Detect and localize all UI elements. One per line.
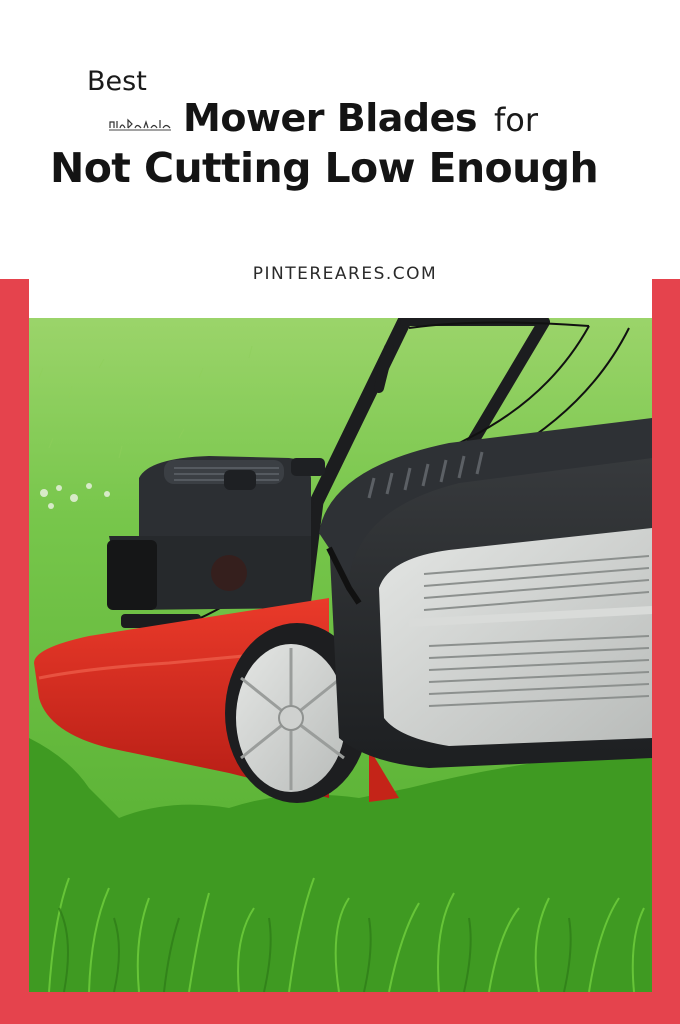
- title-main: Mower Blades: [183, 96, 478, 140]
- frame-left-bar: [0, 279, 29, 1024]
- title-line2: Not Cutting Low Enough: [50, 144, 599, 192]
- title-best: Best: [87, 66, 147, 97]
- frame-right-bar: [652, 279, 680, 1024]
- scribble-text-mark: [109, 118, 171, 131]
- engine: [107, 456, 325, 628]
- title-for: for: [494, 101, 538, 139]
- frame-bottom-bar: [0, 992, 680, 1024]
- site-url[interactable]: PINTEREARES.COM: [0, 264, 680, 284]
- grass-catcher: [319, 418, 652, 768]
- lawn-mower-photo: [29, 318, 652, 992]
